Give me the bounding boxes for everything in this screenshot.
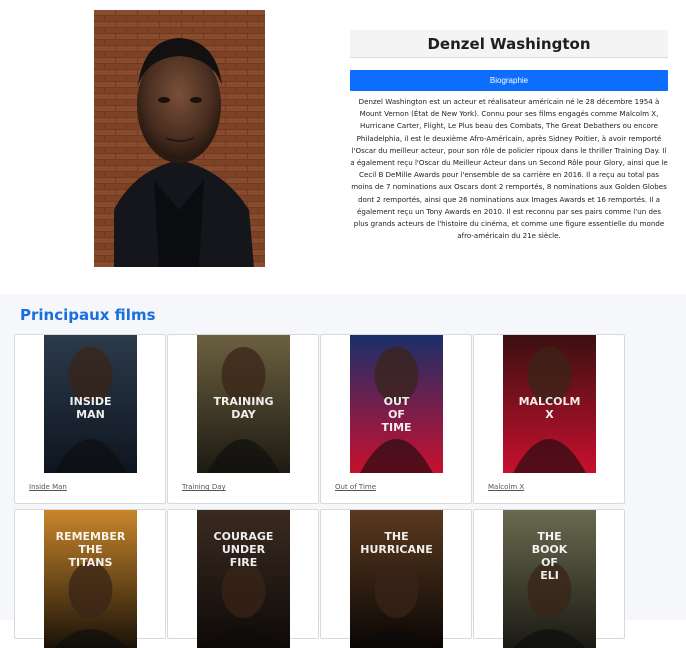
film-card[interactable]: TRAINING DAY Training Day xyxy=(167,334,319,504)
actor-name: Denzel Washington xyxy=(427,34,591,53)
svg-text:REMEMBER: REMEMBER xyxy=(56,530,126,543)
svg-text:TIME: TIME xyxy=(381,421,411,434)
svg-text:MAN: MAN xyxy=(76,408,105,421)
svg-text:COURAGE: COURAGE xyxy=(214,530,274,543)
svg-text:X: X xyxy=(545,408,554,421)
svg-text:DAY: DAY xyxy=(231,408,257,421)
film-poster[interactable]: TRAINING DAY xyxy=(197,335,290,473)
films-section-title: Principaux films xyxy=(20,306,156,324)
svg-text:OUT: OUT xyxy=(384,395,410,408)
svg-text:THE: THE xyxy=(384,530,408,543)
film-poster[interactable]: MALCOLM X xyxy=(503,335,596,473)
svg-text:HURRICANE: HURRICANE xyxy=(360,543,432,556)
svg-text:FIRE: FIRE xyxy=(230,556,258,569)
film-title-link[interactable]: Out of Time xyxy=(335,483,376,491)
film-card[interactable]: INSIDE MAN Inside Man xyxy=(14,334,166,504)
film-poster[interactable]: THE BOOK OF ELI xyxy=(503,510,596,648)
biography-text: Denzel Washington est un acteur et réali… xyxy=(350,97,668,241)
film-title-link[interactable]: Training Day xyxy=(182,483,226,491)
actor-portrait xyxy=(94,10,265,267)
svg-text:UNDER: UNDER xyxy=(222,543,266,556)
film-card[interactable]: OUT OF TIME Out of Time xyxy=(320,334,472,504)
film-poster[interactable]: THE HURRICANE xyxy=(350,510,443,648)
film-poster[interactable]: OUT OF TIME xyxy=(350,335,443,473)
svg-text:TRAINING: TRAINING xyxy=(213,395,273,408)
svg-text:OF: OF xyxy=(541,556,558,569)
svg-text:BOOK: BOOK xyxy=(532,543,568,556)
svg-text:THE: THE xyxy=(537,530,561,543)
film-card[interactable]: MALCOLM X Malcolm X xyxy=(473,334,625,504)
film-poster[interactable]: INSIDE MAN xyxy=(44,335,137,473)
svg-text:TITANS: TITANS xyxy=(69,556,113,569)
actor-name-box: Denzel Washington xyxy=(350,30,668,58)
film-poster[interactable]: COURAGE UNDER FIRE xyxy=(197,510,290,648)
film-poster[interactable]: REMEMBER THE TITANS xyxy=(44,510,137,648)
svg-text:THE: THE xyxy=(78,543,102,556)
film-title-link[interactable]: Malcolm X xyxy=(488,483,524,491)
svg-text:INSIDE: INSIDE xyxy=(70,395,112,408)
biography-button[interactable]: Biographie xyxy=(350,70,668,91)
film-title-link[interactable]: Inside Man xyxy=(29,483,67,491)
svg-text:ELI: ELI xyxy=(540,569,559,582)
svg-text:OF: OF xyxy=(388,408,405,421)
svg-text:MALCOLM: MALCOLM xyxy=(519,395,581,408)
films-section: Principaux films INSIDE MAN Inside Man TR… xyxy=(0,294,686,648)
actor-hero: Denzel Washington Biographie Denzel Wash… xyxy=(0,0,686,292)
